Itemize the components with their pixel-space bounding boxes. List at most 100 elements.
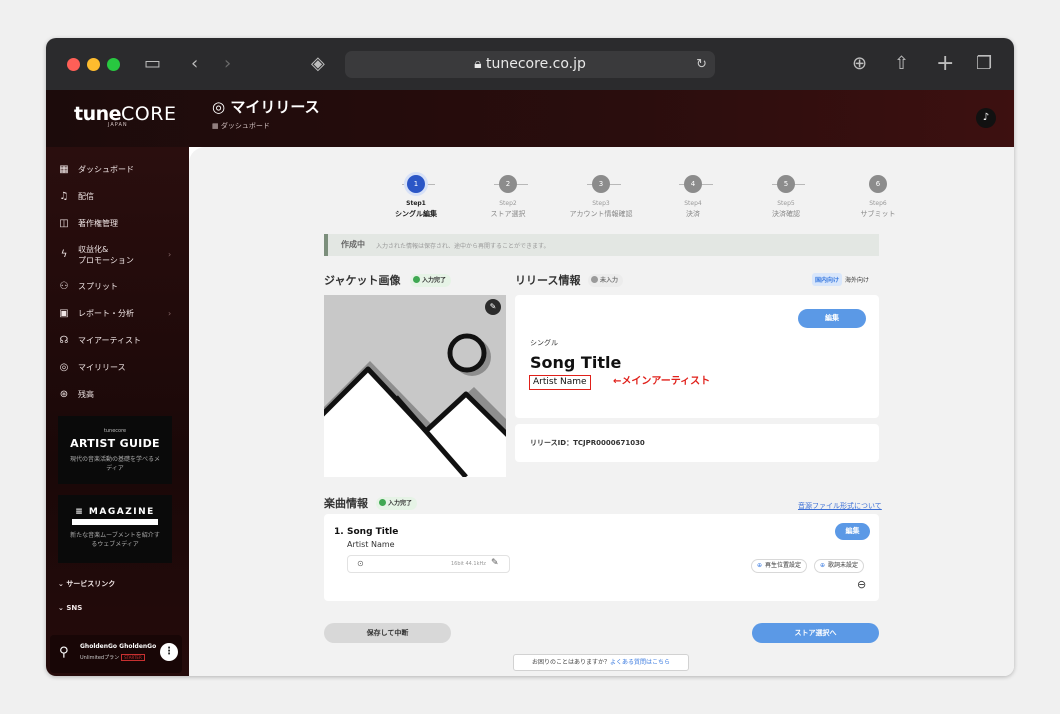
- audio-player: ⊙ 16bit 44.1kHz ✎: [347, 555, 510, 573]
- sns-toggle[interactable]: ⌄ SNS: [58, 604, 82, 612]
- reload-icon[interactable]: ↻: [696, 51, 707, 78]
- chevron-right-icon: ›: [168, 250, 172, 259]
- release-artist-name: Artist Name: [529, 375, 591, 390]
- playback-position-button[interactable]: ⊕ 再生位置設定: [751, 559, 808, 573]
- track-status-badge: 入力完了: [376, 497, 418, 510]
- breadcrumb[interactable]: ▦ ダッシュボード: [212, 121, 270, 131]
- sidebar-item-label: 収益化& プロモーション: [78, 244, 134, 266]
- book-icon: ◫: [59, 218, 69, 229]
- back-icon[interactable]: ‹: [191, 52, 198, 76]
- step-3-label: Step3: [592, 200, 610, 207]
- tunecore-app: tuneCORE JAPAN ◎ マイリリース ▦ ダッシュボード ♪ ▦ ダッシ…: [46, 90, 1014, 676]
- region-overseas-tab[interactable]: 海外向け: [842, 273, 872, 286]
- user-account-box[interactable]: ⚲ GholdenGo GholdenGo Unlimitedプラン STARTE…: [50, 635, 182, 673]
- step-1-circle: 1: [407, 175, 425, 193]
- monetization-label-line2: プロモーション: [78, 256, 134, 265]
- browser-window: ▭ ‹ › ◈ 🔒︎ tunecore.co.jp ↻ ⊕ ⇧ + ❐ tune…: [46, 38, 1014, 676]
- edit-audio-icon[interactable]: ✎: [491, 558, 499, 568]
- more-options-icon[interactable]: ⋮: [160, 643, 178, 661]
- step-2-name: ストア選択: [490, 210, 526, 218]
- edit-release-button[interactable]: 編集: [798, 309, 866, 328]
- save-and-pause-button[interactable]: 保存して中断: [324, 623, 451, 643]
- step-6-label: Step6: [869, 200, 887, 207]
- user-icon: ⚲: [59, 645, 69, 660]
- step-5-circle: 5: [777, 175, 795, 193]
- step-5-label: Step5: [777, 200, 795, 207]
- user-name: GholdenGo GholdenGo: [80, 643, 157, 650]
- edit-jacket-icon[interactable]: ✎: [485, 299, 501, 315]
- help-text: お困りのことはありますか？: [531, 659, 610, 666]
- sidebar-item-copyright[interactable]: ◫ 著作権管理: [58, 218, 118, 229]
- close-window-button[interactable]: [67, 58, 80, 71]
- sidebar-item-my-artist[interactable]: ☊ マイアーティスト: [58, 335, 142, 346]
- collapse-icon[interactable]: ⊖: [857, 578, 866, 591]
- sidebar-item-label: スプリット: [78, 282, 118, 291]
- magazine-banner[interactable]: ≡ MAGAZINE 新たな音楽ムーブメントを紹介するウェブメディア: [58, 495, 172, 563]
- service-links-toggle[interactable]: ⌄ サービスリンク: [58, 579, 115, 589]
- release-info-card: 編集 シングル Song Title Artist Name ←メインアーティス…: [515, 295, 879, 418]
- sidebar-item-dashboard[interactable]: ▦ ダッシュボード: [58, 164, 134, 175]
- sidebar-item-my-release[interactable]: ◎ マイリリース: [58, 362, 126, 373]
- jacket-image[interactable]: ✎: [324, 295, 506, 477]
- sidebar-item-monetization[interactable]: ϟ 収益化& プロモーション ›: [58, 244, 172, 266]
- notice-text: 入力された情報は保存され、途中から再開することができます。: [376, 243, 550, 250]
- release-section-title: リリース情報: [515, 274, 581, 287]
- share-icon[interactable]: ⇧: [894, 52, 909, 76]
- sidebar-item-split[interactable]: ⚇ スプリット: [58, 281, 118, 292]
- privacy-shield-icon[interactable]: ◈: [311, 52, 325, 76]
- help-box: お困りのことはありますか？よくある質問はこちら: [513, 654, 689, 671]
- user-plan-tag: STARTER: [121, 654, 145, 661]
- new-tab-icon[interactable]: +: [936, 52, 954, 76]
- notification-bell-icon[interactable]: ♪: [976, 108, 996, 128]
- tab-overview-icon[interactable]: ❐: [976, 52, 992, 76]
- lyrics-button[interactable]: ⊕ 歌詞未設定: [814, 559, 865, 573]
- step-4-label: Step4: [684, 200, 702, 207]
- magazine-logo-bar: [72, 519, 158, 525]
- add-circle-icon: ⊕: [820, 562, 826, 569]
- track-title: Song Title: [347, 527, 399, 537]
- address-bar[interactable]: 🔒︎ tunecore.co.jp ↻: [345, 51, 715, 78]
- release-song-title: Song Title: [530, 353, 622, 372]
- magazine-title: ≡ MAGAZINE: [75, 507, 155, 517]
- artist-guide-banner[interactable]: tunecore ARTIST GUIDE 現代の音楽活動の基礎を学べるメディア: [58, 416, 172, 484]
- check-icon: [379, 499, 386, 506]
- page-title: ◎ マイリリース: [212, 96, 320, 117]
- zoom-window-button[interactable]: [107, 58, 120, 71]
- forward-icon[interactable]: ›: [224, 52, 231, 76]
- coin-icon: ⊛: [59, 389, 69, 400]
- main-content: 1 Step1 シングル編集 2 Step2 ストア選択 3 Step3 アカウ…: [189, 147, 1014, 676]
- audio-format-link[interactable]: 音源ファイル形式について: [798, 501, 882, 511]
- sidebar-item-label: レポート・分析: [78, 309, 134, 318]
- region-domestic-tab[interactable]: 国内向け: [812, 273, 843, 286]
- download-icon[interactable]: ⊕: [852, 52, 867, 76]
- sidebar-item-label: 配信: [78, 192, 94, 201]
- next-store-select-button[interactable]: ストア選択へ: [752, 623, 879, 643]
- sidebar-item-balance[interactable]: ⊛ 残高: [58, 389, 94, 400]
- playback-position-label: 再生位置設定: [765, 562, 802, 569]
- sidebar-toggle-icon[interactable]: ▭: [144, 52, 161, 76]
- step-2-circle: 2: [499, 175, 517, 193]
- edit-track-button[interactable]: 編集: [835, 523, 870, 540]
- play-icon[interactable]: ⊙: [357, 559, 364, 568]
- dashboard-icon: ▦: [212, 122, 221, 130]
- magazine-title-text: MAGAZINE: [88, 507, 155, 517]
- logo-sub: JAPAN: [108, 122, 128, 128]
- track-artist: Artist Name: [347, 540, 395, 549]
- faq-link[interactable]: よくある質問はこちら: [610, 659, 670, 666]
- people-icon: ⚇: [59, 281, 69, 292]
- release-id-card: リリースID：TCJPR0000671030: [515, 424, 879, 462]
- step-5-name: 決済確認: [772, 210, 800, 218]
- sidebar-item-report[interactable]: ▣ レポート・分析 ›: [58, 308, 171, 319]
- step-3-name: アカウント情報確認: [569, 210, 633, 218]
- step-3-circle: 3: [592, 175, 610, 193]
- sidebar: ▦ ダッシュボード ♫ 配信 ◫ 著作権管理 ϟ 収益化& プロモーション › ⚇ スプリット…: [46, 147, 189, 676]
- service-links-label: サービスリンク: [66, 580, 116, 588]
- add-circle-icon: ⊕: [757, 562, 763, 569]
- jacket-status-text: 入力完了: [422, 277, 447, 284]
- release-status-text: 未入力: [600, 277, 619, 284]
- report-icon: ▣: [59, 308, 69, 319]
- minimize-window-button[interactable]: [87, 58, 100, 71]
- breadcrumb-dashboard[interactable]: ダッシュボード: [221, 122, 270, 130]
- jacket-section-title: ジャケット画像: [324, 274, 401, 287]
- sidebar-item-distribution[interactable]: ♫ 配信: [58, 191, 94, 202]
